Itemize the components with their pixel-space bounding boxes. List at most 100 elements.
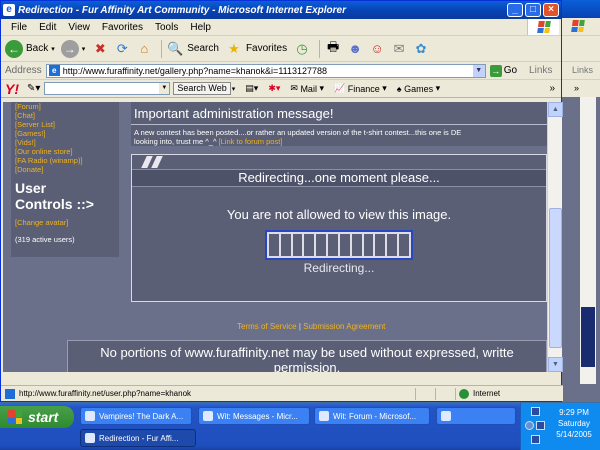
- search-web-dropdown-icon[interactable]: ▾: [232, 85, 236, 93]
- menu-help[interactable]: Help: [184, 22, 217, 33]
- windows-logo-icon: [571, 20, 585, 32]
- sidebar-link-server-list[interactable]: [Server List]: [15, 120, 119, 129]
- admin-message-panel: Important administration message! A new …: [131, 102, 547, 146]
- finance-label: Finance: [347, 83, 380, 94]
- security-zone: Internet: [455, 387, 563, 400]
- background-window-scrollbar[interactable]: [580, 97, 596, 384]
- minimize-button[interactable]: _: [507, 3, 523, 17]
- go-arrow-icon: →: [489, 64, 502, 77]
- terms-of-service-link[interactable]: Terms of Service: [237, 322, 297, 331]
- volume-icon[interactable]: [536, 421, 545, 430]
- clock-date: 5/14/2005: [556, 430, 592, 439]
- search-button[interactable]: 🔍 Search: [166, 40, 219, 58]
- start-label: start: [28, 409, 59, 425]
- forum-post-link[interactable]: [Link to forum post]: [219, 137, 283, 146]
- print-icon[interactable]: 🖶: [324, 39, 342, 58]
- admin-message-line2-text: looking into, trust me ^_^: [134, 137, 219, 146]
- home-icon[interactable]: ⌂: [135, 40, 153, 58]
- stop-icon[interactable]: ✖: [91, 40, 109, 58]
- toolbar-chevron-icon[interactable]: »: [549, 83, 555, 94]
- sidebar-link-forum[interactable]: [Forum]: [15, 102, 119, 111]
- copyright-disclaimer: No portions of www.furaffinity.net may b…: [67, 340, 547, 372]
- refresh-icon[interactable]: ⟳: [113, 40, 131, 58]
- yahoo-messenger-icon[interactable]: ☺: [368, 40, 386, 58]
- ie-window: e Redirection - Fur Affinity Art Communi…: [0, 0, 563, 402]
- highlight-icon[interactable]: ▤▾: [245, 83, 258, 94]
- language-icon[interactable]: [531, 435, 540, 444]
- back-arrow-icon: ←: [5, 39, 23, 58]
- forward-dropdown-icon[interactable]: ▾: [82, 45, 86, 53]
- title-bar[interactable]: e Redirection - Fur Affinity Art Communi…: [1, 1, 561, 19]
- sidebar-link-store[interactable]: [Our online store]: [15, 147, 119, 156]
- footer-links: Terms of Service | Submission Agreement: [237, 322, 385, 331]
- taskbar-item-messages[interactable]: Wit: Messages - Micr...: [198, 407, 310, 425]
- popup-blocker-icon[interactable]: ✱▾: [268, 83, 280, 94]
- search-web-button[interactable]: Search Web: [173, 82, 231, 95]
- menu-edit[interactable]: Edit: [33, 22, 62, 33]
- progress-cell: [375, 234, 386, 256]
- app-icon: [85, 433, 95, 443]
- redirect-status: Redirecting...: [303, 261, 375, 275]
- yahoo-search-dropdown-icon[interactable]: ▼: [159, 83, 170, 94]
- submission-agreement-link[interactable]: Submission Agreement: [303, 322, 385, 331]
- sidebar-link-chat[interactable]: [Chat]: [15, 111, 119, 120]
- address-dropdown-icon[interactable]: ▼: [472, 64, 485, 77]
- tray-arrow-icon[interactable]: [525, 421, 534, 430]
- favorites-button[interactable]: ★ Favorites: [225, 40, 287, 58]
- maximize-button[interactable]: □: [525, 3, 541, 17]
- start-button[interactable]: start: [0, 406, 74, 428]
- address-bar: Address e http://www.furaffinity.net/gal…: [1, 62, 561, 80]
- network-icon[interactable]: [531, 407, 540, 416]
- msn-icon[interactable]: ✿: [412, 40, 430, 58]
- finance-button[interactable]: 📈 Finance ▾: [334, 83, 387, 94]
- scroll-up-icon[interactable]: ▲: [548, 102, 563, 117]
- system-tray: 9:29 PM Saturday 5/14/2005: [520, 403, 600, 450]
- background-window-title-bar[interactable]: [562, 0, 600, 18]
- links-button[interactable]: Links: [529, 65, 552, 76]
- background-window-links[interactable]: Links: [562, 61, 600, 79]
- back-button[interactable]: ← Back ▾: [5, 39, 55, 58]
- messenger-icon[interactable]: ☻: [346, 40, 364, 58]
- background-window-scroll-thumb[interactable]: [581, 307, 595, 367]
- pencil-icon[interactable]: ✎▾: [27, 83, 40, 94]
- games-button[interactable]: ♠ Games ▾: [397, 83, 440, 94]
- yahoo-search-input[interactable]: ▼: [44, 82, 171, 95]
- back-dropdown-icon[interactable]: ▾: [51, 45, 55, 53]
- taskbar-item-vampires[interactable]: Vampires! The Dark A...: [80, 407, 192, 425]
- vertical-scrollbar[interactable]: ▲ ▼: [547, 102, 563, 372]
- footer-separator: |: [298, 322, 301, 331]
- page-icon: e: [48, 65, 60, 76]
- menu-favorites[interactable]: Favorites: [96, 22, 149, 33]
- zone-label: Internet: [473, 389, 501, 398]
- menu-view[interactable]: View: [62, 22, 96, 33]
- page-status-icon: [5, 388, 15, 399]
- sidebar-link-donate[interactable]: [Donate]: [15, 165, 119, 174]
- windows-throbber: [527, 19, 559, 35]
- history-icon[interactable]: ◷: [293, 40, 311, 58]
- scroll-down-icon[interactable]: ▼: [548, 357, 563, 372]
- taskbar-item-blank[interactable]: [436, 407, 516, 425]
- menu-tools[interactable]: Tools: [149, 22, 184, 33]
- forward-button[interactable]: → ▾: [60, 39, 86, 58]
- background-window-toolbar: [562, 35, 600, 61]
- taskbar-item-redirection[interactable]: Redirection - Fur Affi...: [80, 429, 196, 447]
- toolbar-separator: [161, 39, 163, 58]
- status-cell: [415, 387, 435, 400]
- discuss-icon[interactable]: ✉: [390, 40, 408, 58]
- close-button[interactable]: ×: [543, 3, 559, 17]
- user-controls-line1: User: [15, 180, 47, 196]
- menu-file[interactable]: File: [5, 22, 33, 33]
- scroll-thumb[interactable]: [549, 208, 562, 348]
- change-avatar-link[interactable]: [Change avatar]: [15, 218, 119, 227]
- sidebar-link-vids[interactable]: [Vids!]: [15, 138, 119, 147]
- go-button[interactable]: → Go: [489, 64, 517, 77]
- sidebar-link-games[interactable]: [Games!]: [15, 129, 119, 138]
- redirect-progress-bar: [265, 230, 413, 260]
- background-window-chevron[interactable]: »: [562, 79, 600, 97]
- clock[interactable]: 9:29 PM Saturday 5/14/2005: [549, 407, 599, 440]
- taskbar-item-forum[interactable]: Wit: Forum - Microsof...: [314, 407, 430, 425]
- yahoo-logo[interactable]: Y!: [5, 81, 19, 97]
- sidebar-link-radio[interactable]: [FA Radio (winamp)]: [15, 156, 119, 165]
- mail-button[interactable]: ✉ Mail ▾: [290, 83, 324, 94]
- address-input[interactable]: e http://www.furaffinity.net/gallery.php…: [45, 63, 486, 78]
